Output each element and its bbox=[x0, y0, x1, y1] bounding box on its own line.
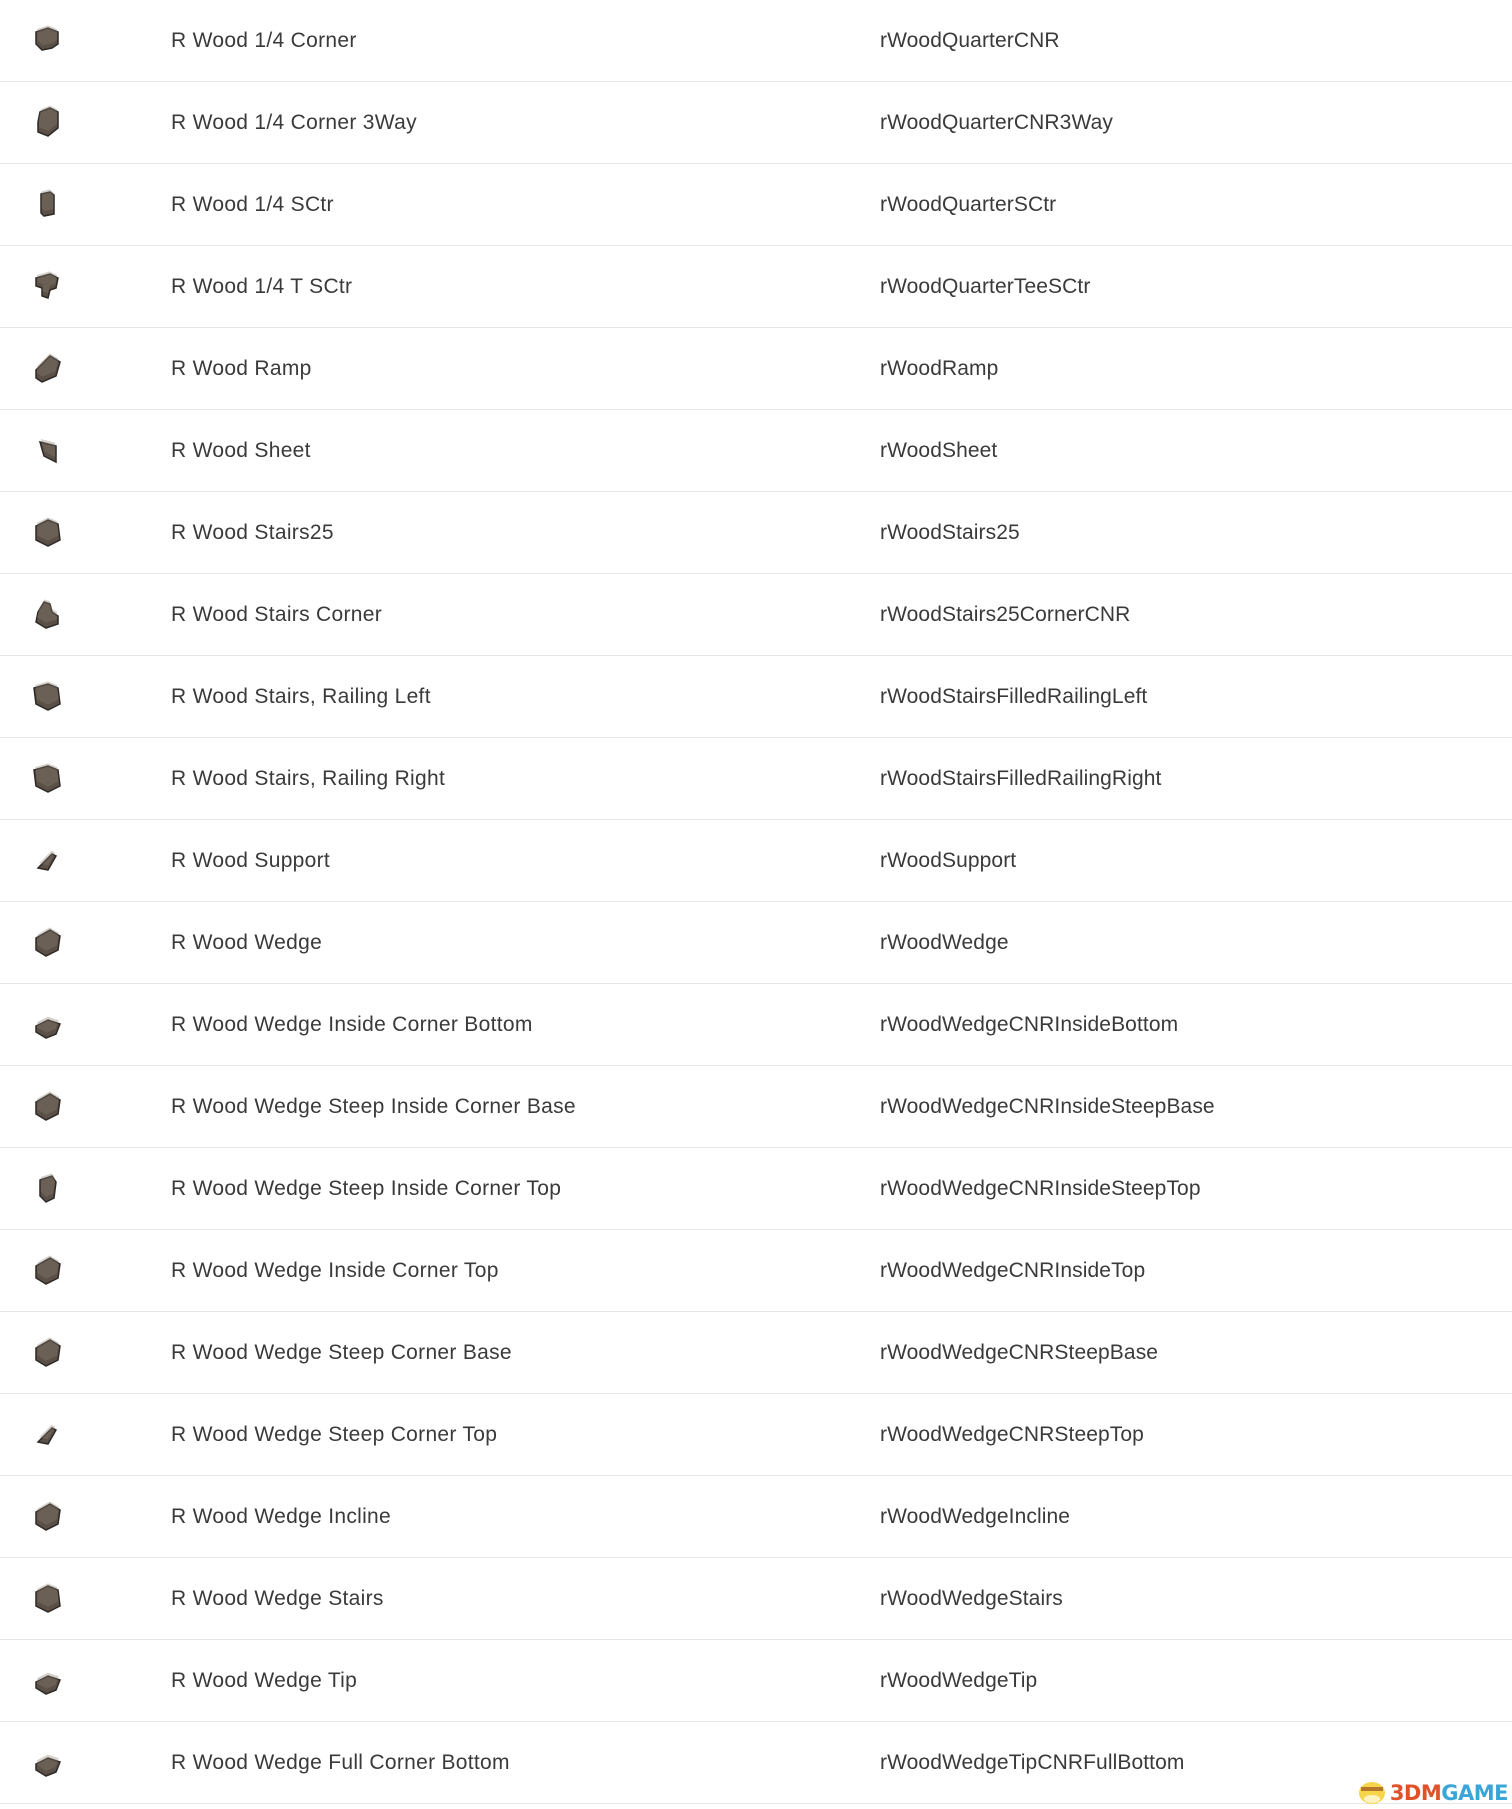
chick-mascot-icon bbox=[1358, 1782, 1385, 1804]
table-row: R Wood Stairs, Railing Left rWoodStairsF… bbox=[0, 656, 1512, 738]
stairs-icon bbox=[35, 1583, 61, 1613]
ramp-icon bbox=[35, 353, 61, 383]
item-name: R Wood Wedge bbox=[171, 931, 323, 954]
item-code: rWoodSheet bbox=[880, 439, 998, 462]
item-name: R Wood Wedge Inside Corner Top bbox=[171, 1259, 499, 1282]
quarter-sctr-icon bbox=[40, 189, 55, 217]
item-code: rWoodQuarterCNR bbox=[880, 29, 1060, 52]
wedge-icon bbox=[35, 1091, 61, 1121]
table-row: R Wood Wedge Inside Corner Bottom rWoodW… bbox=[0, 984, 1512, 1066]
item-code: rWoodSupport bbox=[880, 849, 1017, 872]
table-row: R Wood Stairs25 rWoodStairs25 bbox=[0, 492, 1512, 574]
watermark-text-game: GAME bbox=[1441, 1781, 1508, 1805]
item-name: R Wood 1/4 Corner 3Way bbox=[171, 111, 417, 134]
item-name: R Wood Support bbox=[171, 849, 331, 872]
item-code: rWoodStairsFilledRailingRight bbox=[880, 767, 1162, 790]
item-name: R Wood Stairs Corner bbox=[171, 603, 383, 626]
stairs-corner-icon bbox=[35, 599, 59, 629]
wedge-icon bbox=[35, 1501, 61, 1531]
item-code: rWoodWedgeCNRInsideTop bbox=[880, 1259, 1146, 1282]
item-name: R Wood Wedge Steep Inside Corner Base bbox=[171, 1095, 576, 1118]
item-code: rWoodWedgeCNRSteepBase bbox=[880, 1341, 1159, 1364]
table-row: R Wood Sheet rWoodSheet bbox=[0, 410, 1512, 492]
table-row: R Wood Wedge Tip rWoodWedgeTip bbox=[0, 1640, 1512, 1722]
item-name: R Wood Wedge Steep Corner Base bbox=[171, 1341, 512, 1364]
item-code: rWoodWedgeStairs bbox=[880, 1587, 1063, 1610]
quarter-corner-icon bbox=[35, 25, 59, 51]
item-name: R Wood Stairs, Railing Left bbox=[171, 685, 431, 708]
quarter-tee-icon bbox=[35, 271, 59, 299]
item-code: rWoodWedgeCNRInsideSteepTop bbox=[880, 1177, 1201, 1200]
table-row: R Wood 1/4 T SCtr rWoodQuarterTeeSCtr bbox=[0, 246, 1512, 328]
wedge-icon bbox=[35, 1255, 61, 1285]
watermark-logo: 3DMGAME bbox=[1356, 1775, 1508, 1805]
table-row: R Wood Wedge Stairs rWoodWedgeStairs bbox=[0, 1558, 1512, 1640]
table-row: R Wood 1/4 Corner rWoodQuarterCNR bbox=[0, 0, 1512, 82]
item-code: rWoodQuarterCNR3Way bbox=[880, 111, 1113, 134]
item-code: rWoodWedgeIncline bbox=[880, 1505, 1071, 1528]
item-name: R Wood Stairs25 bbox=[171, 521, 334, 544]
table-row: R Wood Stairs, Railing Right rWoodStairs… bbox=[0, 738, 1512, 820]
item-code: rWoodQuarterSCtr bbox=[880, 193, 1057, 216]
watermark-text-3dm: 3DM bbox=[1389, 1781, 1442, 1805]
item-code: rWoodStairs25CornerCNR bbox=[880, 603, 1131, 626]
item-table: R Wood 1/4 Corner rWoodQuarterCNR R Wood… bbox=[0, 0, 1512, 1804]
item-code: rWoodWedgeTip bbox=[880, 1669, 1038, 1692]
stairs-railing-icon bbox=[33, 763, 61, 793]
wedge-icon bbox=[35, 927, 61, 957]
item-name: R Wood Wedge Stairs bbox=[171, 1587, 384, 1610]
item-name: R Wood Wedge Tip bbox=[171, 1669, 358, 1692]
table-row: R Wood Wedge rWoodWedge bbox=[0, 902, 1512, 984]
item-name: R Wood Stairs, Railing Right bbox=[171, 767, 446, 790]
item-name: R Wood 1/4 SCtr bbox=[171, 193, 334, 216]
item-name: R Wood Wedge Incline bbox=[171, 1505, 392, 1528]
table-row: R Wood Support rWoodSupport bbox=[0, 820, 1512, 902]
item-code: rWoodRamp bbox=[880, 357, 999, 380]
table-row: R Wood 1/4 Corner 3Way rWoodQuarterCNR3W… bbox=[0, 82, 1512, 164]
item-code: rWoodStairsFilledRailingLeft bbox=[880, 685, 1148, 708]
table-row: R Wood Wedge Steep Corner Top rWoodWedge… bbox=[0, 1394, 1512, 1476]
item-code: rWoodWedgeCNRSteepTop bbox=[880, 1423, 1144, 1446]
item-name: R Wood Sheet bbox=[171, 439, 311, 462]
wedge-tall-icon bbox=[39, 1173, 57, 1203]
item-name: R Wood Wedge Full Corner Bottom bbox=[171, 1751, 510, 1774]
table-row: R Wood 1/4 SCtr rWoodQuarterSCtr bbox=[0, 164, 1512, 246]
wedge-flat-icon bbox=[35, 1754, 61, 1777]
item-code: rWoodStairs25 bbox=[880, 521, 1020, 544]
table-row: R Wood Stairs Corner rWoodStairs25Corner… bbox=[0, 574, 1512, 656]
table-row: R Wood Wedge Inside Corner Top rWoodWedg… bbox=[0, 1230, 1512, 1312]
wedge-icon bbox=[35, 1337, 61, 1367]
item-name: R Wood Wedge Inside Corner Bottom bbox=[171, 1013, 533, 1036]
table-row: R Wood Ramp rWoodRamp bbox=[0, 328, 1512, 410]
support-icon bbox=[36, 850, 58, 871]
item-name: R Wood 1/4 T SCtr bbox=[171, 275, 353, 298]
item-code: rWoodQuarterTeeSCtr bbox=[880, 275, 1091, 298]
item-name: R Wood Wedge Steep Corner Top bbox=[171, 1423, 498, 1446]
item-code: rWoodWedge bbox=[880, 931, 1009, 954]
item-code: rWoodWedgeCNRInsideBottom bbox=[880, 1013, 1179, 1036]
table-row: R Wood Wedge Full Corner Bottom rWoodWed… bbox=[0, 1722, 1512, 1804]
wedge-flat-icon bbox=[35, 1016, 61, 1039]
item-name: R Wood Wedge Steep Inside Corner Top bbox=[171, 1177, 562, 1200]
table-row: R Wood Wedge Steep Corner Base rWoodWedg… bbox=[0, 1312, 1512, 1394]
stairs-icon bbox=[35, 517, 61, 547]
sheet-icon bbox=[38, 439, 57, 464]
stairs-railing-icon bbox=[33, 681, 61, 711]
table-row: R Wood Wedge Steep Inside Corner Top rWo… bbox=[0, 1148, 1512, 1230]
table-row: R Wood Wedge Incline rWoodWedgeIncline bbox=[0, 1476, 1512, 1558]
item-code: rWoodWedgeTipCNRFullBottom bbox=[880, 1751, 1185, 1774]
support-icon bbox=[36, 1424, 58, 1445]
item-name: R Wood Ramp bbox=[171, 357, 312, 380]
quarter-corner-3way-icon bbox=[37, 105, 59, 137]
table-row: R Wood Wedge Steep Inside Corner Base rW… bbox=[0, 1066, 1512, 1148]
item-code: rWoodWedgeCNRInsideSteepBase bbox=[880, 1095, 1215, 1118]
item-name: R Wood 1/4 Corner bbox=[171, 29, 357, 52]
wedge-flat-icon bbox=[35, 1672, 61, 1695]
